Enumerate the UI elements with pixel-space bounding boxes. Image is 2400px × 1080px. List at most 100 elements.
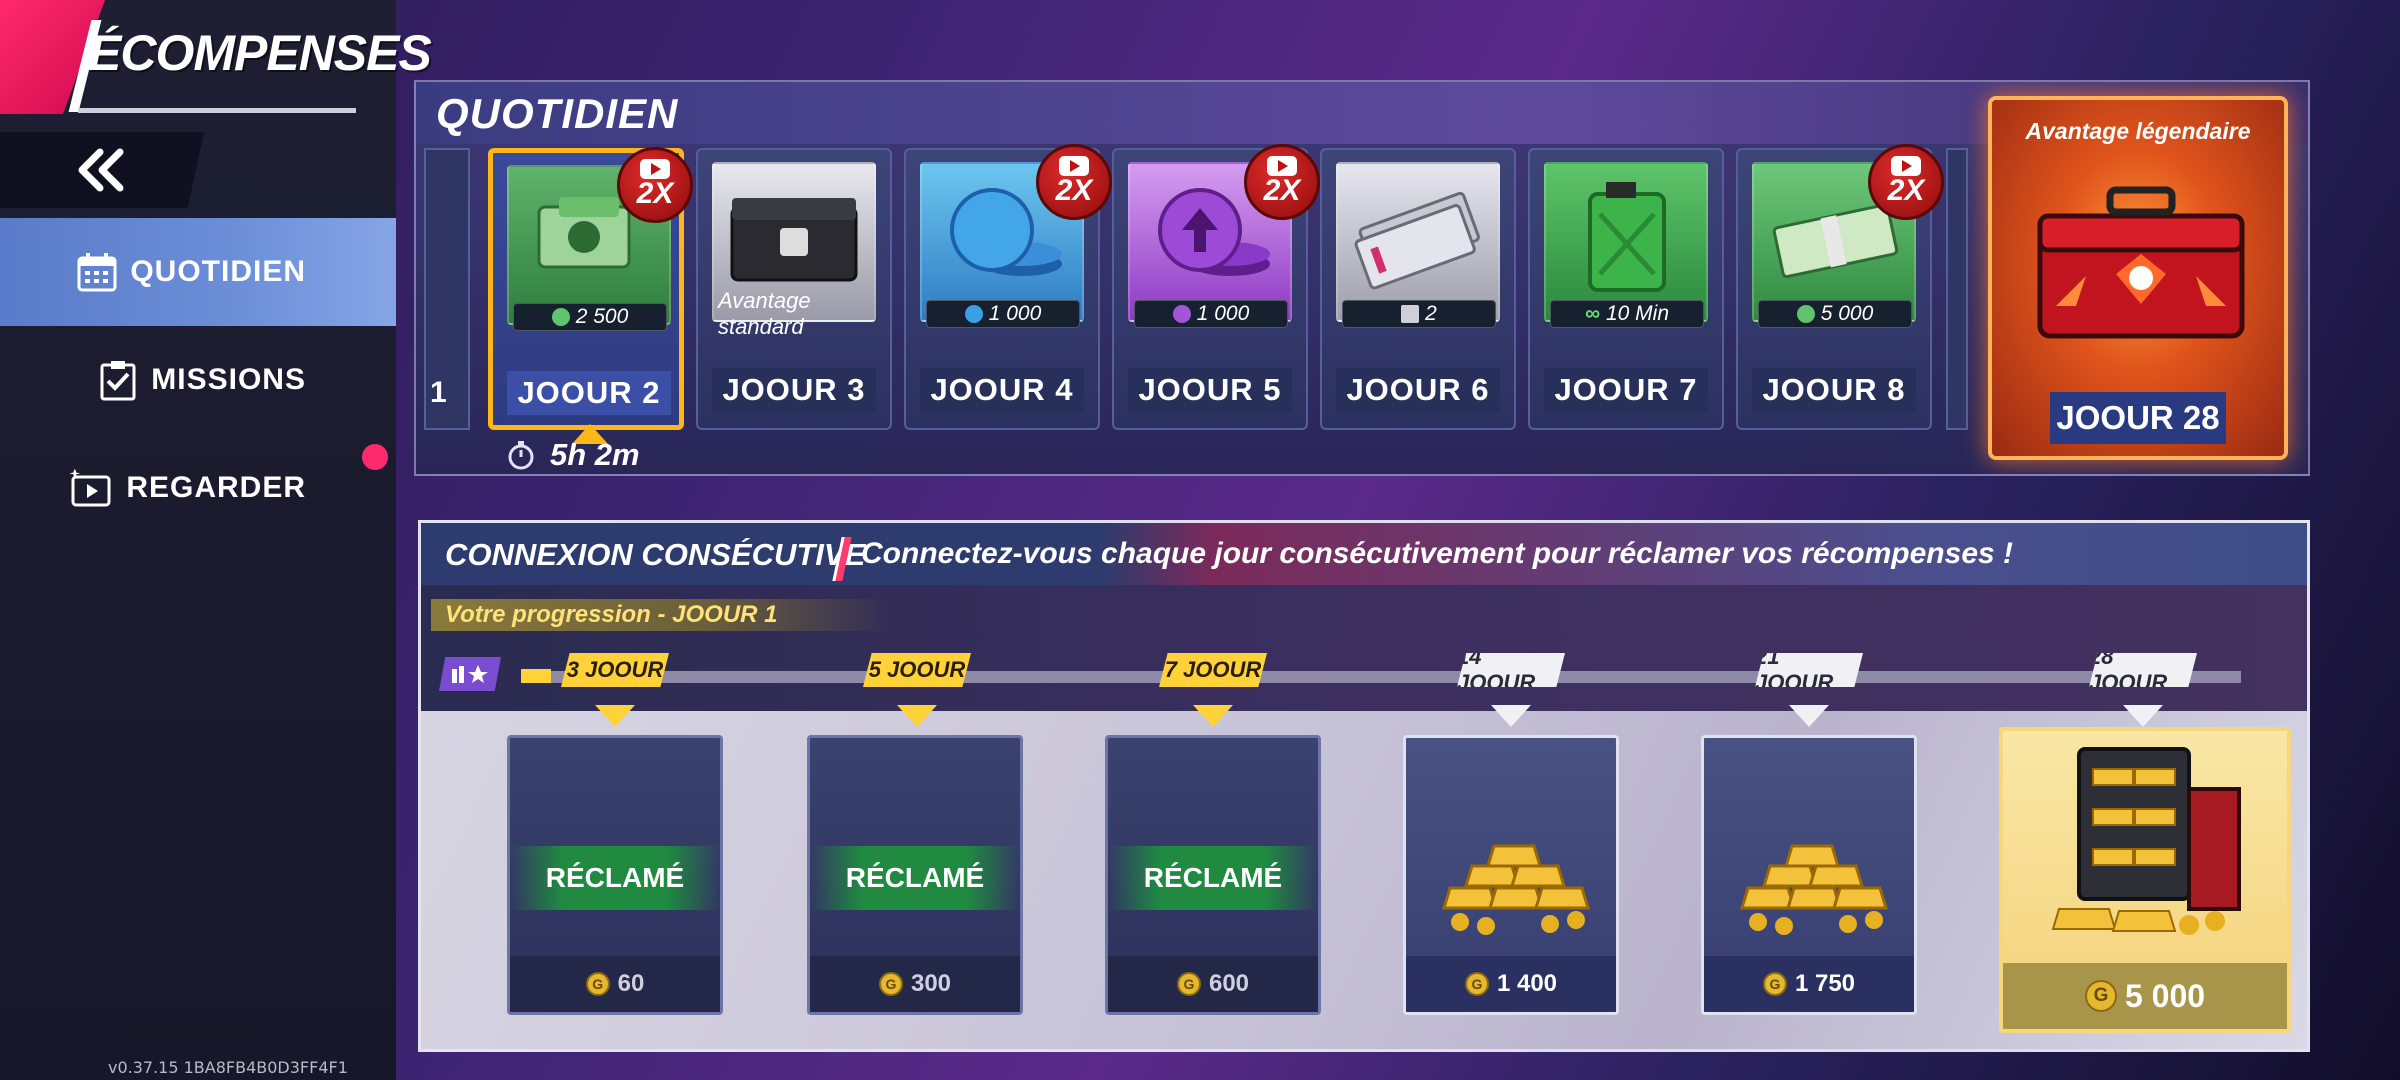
gold-coin-icon: G (1464, 972, 1489, 996)
reset-timer: 5h 2m (506, 437, 640, 473)
reward-value: G 60 (510, 956, 720, 1012)
day-label: 1 (430, 376, 447, 409)
progress-track (521, 671, 2241, 683)
milestone-reward-card[interactable]: RÉCLAMÉ G 60 (507, 735, 723, 1015)
fuel-can-image (1544, 162, 1708, 322)
sidebar-item-missions[interactable]: MISSIONS (0, 326, 396, 434)
day-amount: Avantage standard (718, 288, 811, 339)
milestone-arrow (1491, 705, 1531, 727)
gold-vault-icon (2051, 747, 2241, 935)
gold-bars-icon (1739, 844, 1889, 935)
sidebar-item-quotidien[interactable]: QUOTIDIEN (0, 218, 396, 326)
double-reward-badge[interactable]: 2X (1868, 144, 1944, 220)
milestone-tag-5: 5 JOOUR (863, 653, 971, 687)
day-card-4[interactable]: 1 000 2X JOOUR 4 (904, 144, 1112, 430)
day-card-8[interactable]: 5 000 2X JOOUR 8 (1736, 144, 1944, 430)
consecutive-login-panel: CONNEXION CONSÉCUTIVE Connectez-vous cha… (418, 520, 2310, 1052)
gold-coin-icon: G (585, 972, 610, 996)
gold-coin-icon: G (1176, 972, 1201, 996)
legendary-reward-card[interactable]: Avantage légendaire JOOUR 28 (1988, 96, 2288, 460)
day-label: JOOUR 2 (507, 371, 671, 415)
reward-value: G1 400 (1406, 956, 1616, 1012)
day-card-partial[interactable]: 1 (424, 148, 470, 430)
screen-title: ÉCOMPENSES (88, 25, 432, 81)
legendary-title: Avantage légendaire (2025, 118, 2251, 144)
milestone-reward-card[interactable]: RÉCLAMÉ G 600 (1105, 735, 1321, 1015)
ticket-icon (1354, 191, 1480, 290)
play-icon (1891, 156, 1921, 176)
milestone-reward-card[interactable]: G1 750 (1701, 735, 1917, 1015)
day-card-7[interactable]: ∞ 10 Min JOOUR 7 (1528, 148, 1724, 430)
streak-icon (439, 657, 501, 691)
play-icon (1267, 156, 1297, 176)
progress-fill (521, 669, 551, 683)
double-chevron-left-icon (78, 148, 124, 192)
day-amount: 2 (1342, 300, 1496, 328)
milestone-tag-21: 21 JOOUR (1755, 653, 1863, 687)
day-label: JOOUR 7 (1544, 368, 1708, 412)
double-reward-badge[interactable]: 2X (1036, 144, 1112, 220)
day-card-5[interactable]: 1 000 2X JOOUR 5 (1112, 144, 1320, 430)
timer-value: 5h 2m (550, 437, 640, 472)
jerrycan-icon (1588, 182, 1666, 292)
milestone-arrow (595, 705, 635, 727)
day-label: JOOUR 3 (712, 368, 876, 412)
consecutive-title: CONNEXION CONSÉCUTIVE (445, 537, 866, 572)
day-label: JOOUR 8 (1752, 368, 1916, 412)
day-card-2[interactable]: 2 500 2X JOOUR 2 (488, 147, 693, 430)
legendary-chest-icon (2037, 186, 2245, 339)
sidebar-item-label: REGARDER (126, 471, 306, 504)
purple-token-icon (1172, 305, 1191, 323)
reward-value: G 600 (1108, 956, 1318, 1012)
back-button[interactable] (0, 132, 204, 208)
day-label: JOOUR 5 (1128, 368, 1292, 412)
milestone-arrow (1193, 705, 1233, 727)
claimed-label: RÉCLAMÉ (810, 846, 1020, 910)
double-reward-badge[interactable]: 2X (1244, 144, 1320, 220)
reward-value: G5 000 (2003, 963, 2287, 1029)
milestone-arrow (1789, 705, 1829, 727)
green-coin-icon (1796, 305, 1815, 323)
gold-coin-icon: G (2084, 980, 2117, 1012)
day-card-3[interactable]: Avantage standard JOOUR 3 (696, 148, 892, 430)
video-icon (69, 468, 111, 507)
milestone-arrow (2123, 705, 2163, 727)
day-label: JOOUR 28 (2050, 392, 2226, 444)
gold-bars-icon (1441, 844, 1591, 935)
milestone-reward-card[interactable]: G1 400 (1403, 735, 1619, 1015)
daily-title: QUOTIDIEN (436, 90, 679, 137)
milestone-reward-card[interactable]: RÉCLAMÉ G 300 (807, 735, 1023, 1015)
consecutive-header: CONNEXION CONSÉCUTIVE Connectez-vous cha… (421, 523, 2307, 585)
notification-dot (362, 444, 388, 470)
star-bars-icon (452, 665, 488, 683)
blue-token-icon (964, 305, 983, 323)
day-label: JOOUR 4 (920, 368, 1084, 412)
claimed-label: RÉCLAMÉ (510, 846, 720, 910)
ticket-image (1336, 162, 1500, 322)
screen-title-block: ÉCOMPENSES (0, 0, 440, 120)
infinity-icon: ∞ (1584, 302, 1600, 325)
day-card-6[interactable]: 2 JOOUR 6 (1320, 148, 1516, 430)
day-amount: 2 500 (513, 303, 667, 331)
day-card-partial-right[interactable] (1946, 148, 1968, 430)
double-reward-badge[interactable]: 2X (617, 147, 693, 223)
reward-value: G 300 (810, 956, 1020, 1012)
sidebar: ÉCOMPENSES QUOTIDIEN MISSIONS REGARDER v… (0, 0, 432, 1080)
ticket-icon (1401, 305, 1420, 323)
version-text: v0.37.15 1BA8FB4B0D3FF4F1 (108, 1058, 348, 1077)
day-amount: 1 000 (1134, 300, 1288, 328)
stopwatch-icon (508, 441, 534, 470)
milestone-reward-card-final[interactable]: G5 000 (1999, 727, 2291, 1033)
day-amount: 1 000 (926, 300, 1080, 328)
sidebar-item-label: MISSIONS (151, 363, 306, 396)
sidebar-item-label: QUOTIDIEN (130, 255, 306, 288)
milestone-tag-14: 14 JOOUR (1457, 653, 1565, 687)
day-amount: ∞ 10 Min (1550, 300, 1704, 328)
sidebar-item-regarder[interactable]: REGARDER (0, 434, 396, 542)
consecutive-subtitle: Connectez-vous chaque jour consécutiveme… (861, 537, 2014, 570)
play-icon (1059, 156, 1089, 176)
claimed-label: RÉCLAMÉ (1108, 846, 1318, 910)
checklist-icon (100, 361, 136, 401)
day-label: JOOUR 6 (1336, 368, 1500, 412)
gold-coin-icon: G (1762, 972, 1787, 996)
